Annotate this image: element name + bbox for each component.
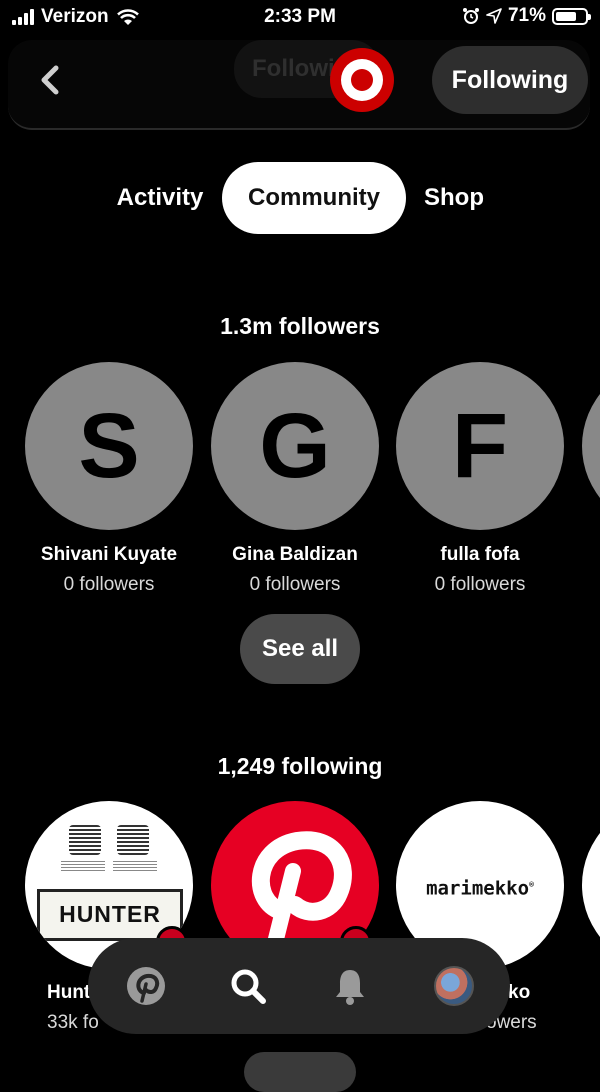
follower-card-partial[interactable]: [582, 362, 600, 530]
avatar[interactable]: G: [211, 362, 379, 530]
pinterest-home-icon[interactable]: [122, 962, 170, 1010]
search-icon[interactable]: [224, 962, 272, 1010]
following-button[interactable]: Following: [432, 46, 588, 114]
alarm-clock-icon: [462, 8, 479, 24]
follower-count: 0 followers: [63, 574, 155, 595]
see-all-followers-button[interactable]: See all: [240, 614, 360, 684]
tab-shop[interactable]: Shop: [414, 162, 494, 234]
follower-count: 0 followers: [249, 574, 341, 595]
follower-name: Gina Baldizan: [232, 544, 358, 565]
follower-count: 0 followers: [434, 574, 526, 595]
profile-avatar-icon[interactable]: [430, 962, 478, 1010]
follower-name: Shivani Kuyate: [40, 544, 178, 565]
following-card-partial[interactable]: [582, 801, 600, 969]
profile-header: Following Following: [0, 34, 600, 134]
avatar[interactable]: S: [25, 362, 193, 530]
avatar[interactable]: [434, 966, 474, 1006]
battery-percent: 71%: [507, 5, 546, 26]
follower-card[interactable]: G Gina Baldizan 0 followers: [211, 362, 379, 596]
status-right: 71%: [462, 5, 591, 27]
status-bar: Verizon 2:33 PM 71%: [0, 0, 600, 34]
location-arrow-icon: [486, 8, 502, 24]
follower-card[interactable]: F fulla fofa 0 followers: [396, 362, 564, 596]
profile-tabs: Activity Community Shop: [0, 162, 600, 234]
bottom-nav-bar: [88, 938, 510, 1034]
follower-card[interactable]: S Shivani Kuyate 0 followers: [25, 362, 193, 596]
battery-icon: [552, 7, 591, 25]
avatar[interactable]: [582, 362, 600, 530]
following-count-title: 1,249 following: [217, 753, 383, 779]
tab-activity[interactable]: Activity: [108, 162, 212, 234]
followers-count-title: 1.3m followers: [220, 313, 380, 339]
tab-community[interactable]: Community: [222, 162, 406, 234]
avatar[interactable]: F: [396, 362, 564, 530]
follower-name: fulla fofa: [440, 544, 520, 565]
following-name: Hunt: [47, 982, 91, 1003]
target-brand-logo[interactable]: [330, 48, 394, 112]
see-all-following-button-partial[interactable]: [244, 1052, 356, 1092]
following-name: ko: [508, 982, 531, 1003]
marimekko-wordmark: marimekko: [426, 877, 530, 900]
notifications-bell-icon[interactable]: [326, 962, 374, 1010]
following-count: 33k fo: [47, 1012, 99, 1033]
back-chevron-icon[interactable]: [34, 60, 70, 100]
battery-fill: [556, 11, 576, 21]
avatar[interactable]: [582, 801, 600, 969]
